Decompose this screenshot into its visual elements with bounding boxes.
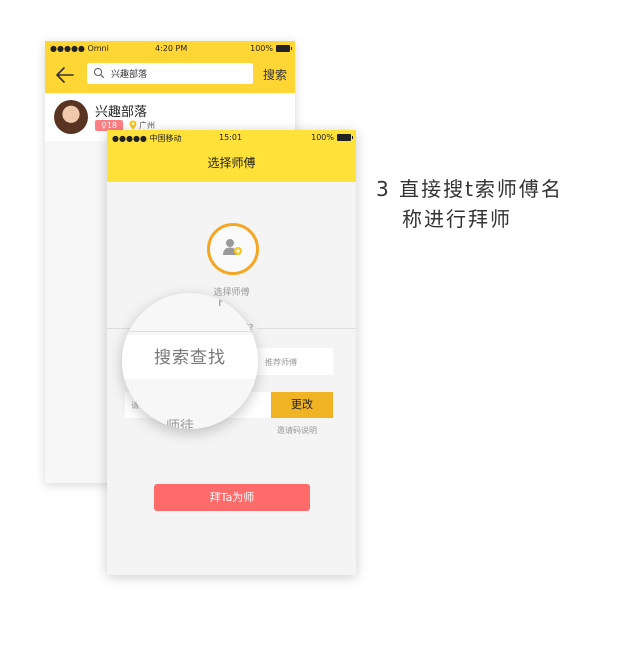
avatar: [54, 100, 88, 134]
page-title: 选择师傅: [207, 156, 256, 170]
change-button[interactable]: 更改: [271, 392, 333, 418]
follow-master-button[interactable]: 拜Ta为师: [154, 484, 310, 511]
magnifier-callout: F 搜索查找 师徒: [122, 293, 258, 429]
caption-line-2: 称进行拜师: [402, 207, 512, 231]
back-arrow-icon[interactable]: [53, 63, 77, 87]
magnified-search-placeholder: 搜索查找: [154, 348, 226, 368]
recommend-master-link[interactable]: 推荐师傅: [265, 357, 297, 368]
status-bar: ●●●●● Omni 4:20 PM 100%: [45, 41, 295, 57]
caption-line-1: 3 直接搜t索师傅名: [376, 177, 563, 201]
search-button[interactable]: 搜索: [263, 66, 287, 83]
carrier-label: ●●●●● Omni: [50, 44, 109, 53]
result-name: 兴趣部落: [95, 105, 148, 120]
magnified-partial-text: 师徒: [166, 419, 194, 429]
status-time: 4:20 PM: [155, 44, 188, 53]
step-caption: 3 直接搜t索师傅名 称进行拜师: [376, 174, 626, 234]
battery-icon: [337, 134, 353, 141]
battery-percent: 100%: [250, 44, 273, 53]
select-master-label: 选择师傅: [213, 288, 250, 298]
select-master-avatar-button[interactable]: [207, 223, 259, 275]
search-query: 兴趣部落: [111, 70, 148, 80]
invite-code-help-link[interactable]: 邀请码说明: [277, 425, 317, 436]
location-pin-icon: [129, 120, 137, 130]
search-input[interactable]: 兴趣部落: [87, 63, 253, 84]
status-bar: ●●●●● 中国移动 15:01 100%: [107, 130, 356, 146]
title-bar: 选择师傅: [107, 146, 356, 182]
search-icon: [93, 67, 105, 79]
add-user-icon: [223, 239, 242, 255]
battery-percent: 100%: [311, 133, 334, 142]
magnified-partial-top: F: [218, 295, 225, 309]
search-navbar: 兴趣部落 搜索: [45, 57, 295, 93]
status-time: 15:01: [219, 133, 243, 142]
battery-icon: [276, 45, 292, 52]
carrier-label: ●●●●● 中国移动: [112, 134, 182, 143]
magnified-divider: [122, 331, 258, 332]
